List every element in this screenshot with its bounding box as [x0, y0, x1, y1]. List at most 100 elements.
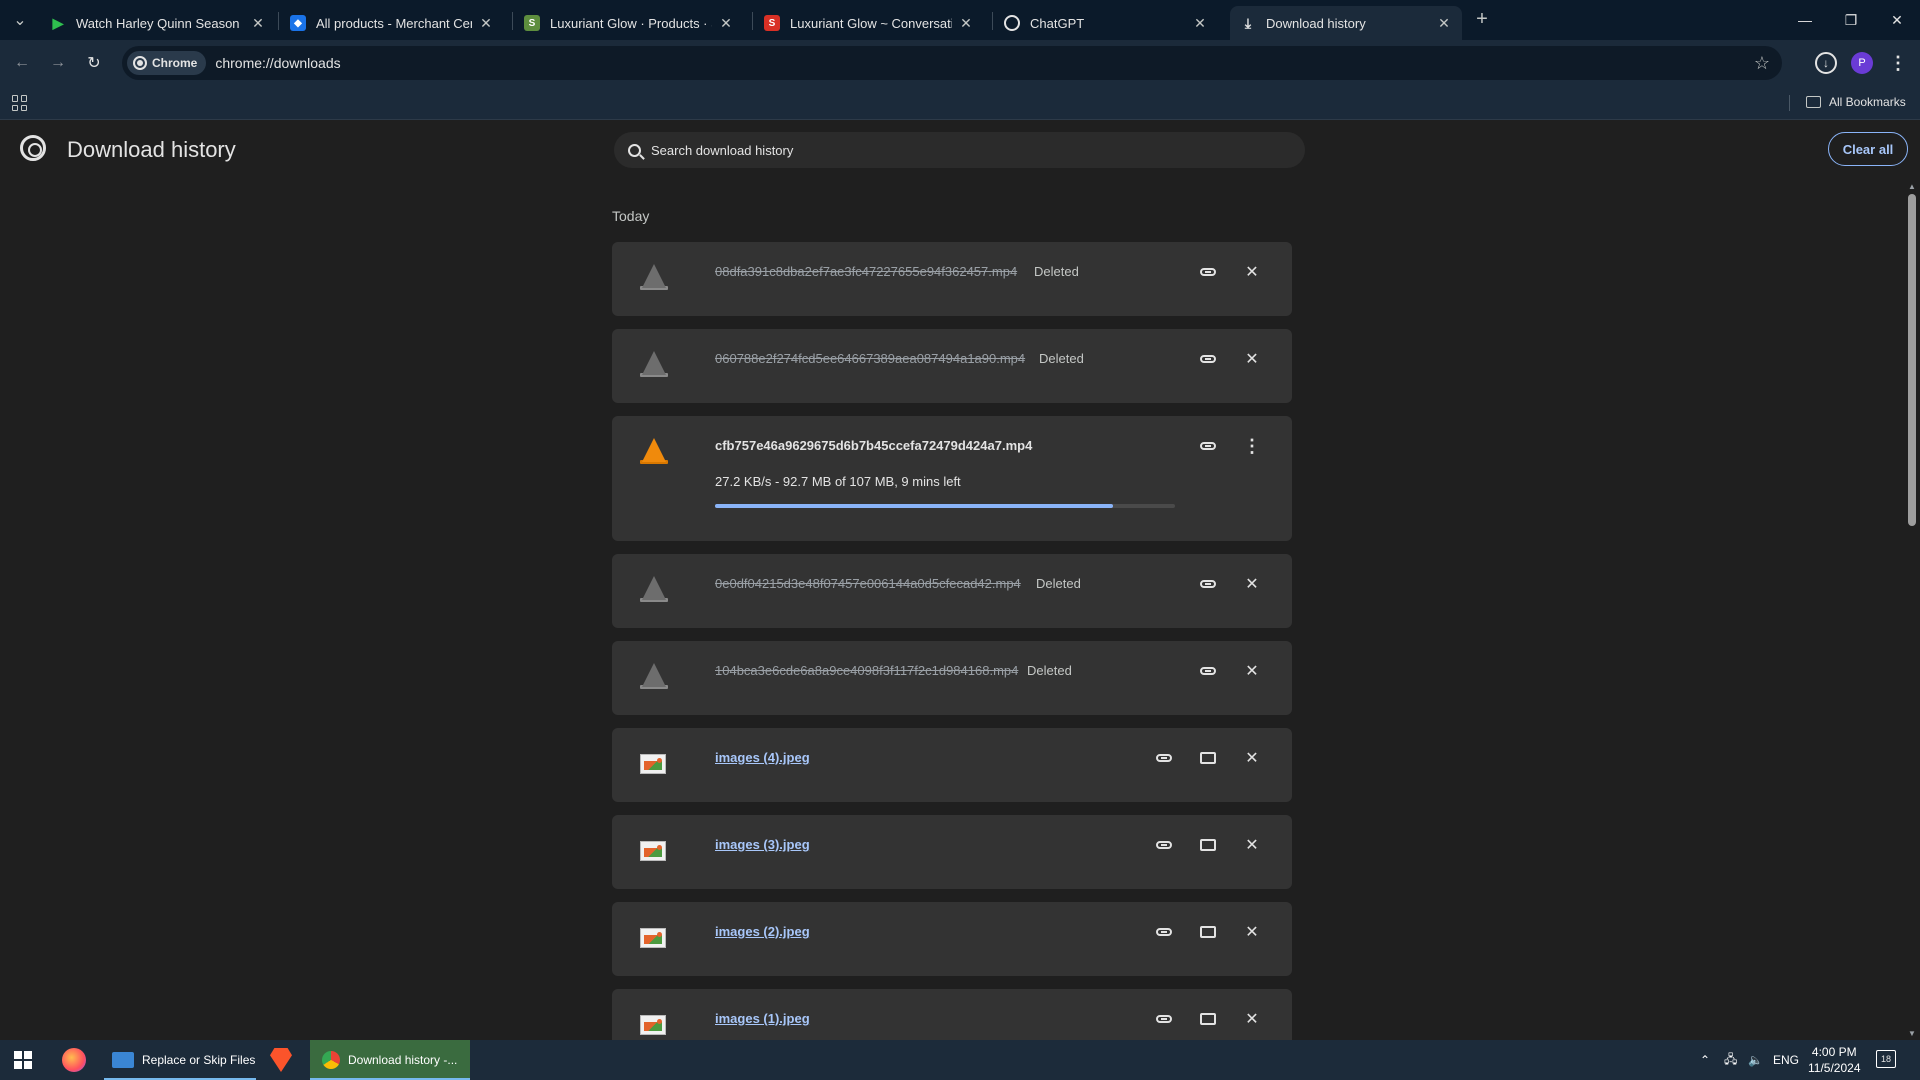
- copy-link-button[interactable]: [1194, 657, 1222, 685]
- tab-chatgpt[interactable]: ChatGPT ✕: [994, 6, 1218, 40]
- language-indicator[interactable]: ENG: [1773, 1040, 1799, 1080]
- link-icon: [1200, 442, 1216, 450]
- progress-bar: [715, 504, 1175, 508]
- copy-link-button[interactable]: [1150, 744, 1178, 772]
- tab-conversation[interactable]: S Luxuriant Glow ~ Conversation ✕: [754, 6, 984, 40]
- chevron-up-icon: ⌃: [1700, 1053, 1711, 1067]
- copy-link-button[interactable]: [1194, 432, 1222, 460]
- kebab-menu-icon: ⋮: [1889, 52, 1907, 73]
- minimize-button[interactable]: —: [1782, 0, 1828, 40]
- menu-button[interactable]: ⋮: [1884, 49, 1912, 77]
- volume-icon[interactable]: 🔈: [1748, 1040, 1763, 1080]
- taskbar-download-history[interactable]: Download history -...: [310, 1040, 470, 1080]
- forward-button[interactable]: →: [46, 51, 70, 75]
- remove-button[interactable]: ✕: [1238, 831, 1266, 859]
- tab-download-history[interactable]: ⤓ Download history ✕: [1230, 6, 1462, 40]
- site-info-chip[interactable]: Chrome: [127, 51, 207, 75]
- clear-all-button[interactable]: Clear all: [1828, 132, 1908, 166]
- show-hidden-icons[interactable]: ⌃: [1700, 1040, 1710, 1080]
- all-bookmarks-button[interactable]: All Bookmarks: [1806, 95, 1906, 109]
- download-item: images (3).jpeg ✕: [612, 815, 1292, 889]
- close-icon[interactable]: ✕: [718, 15, 734, 32]
- close-icon[interactable]: ✕: [250, 15, 266, 32]
- download-item: images (2).jpeg ✕: [612, 902, 1292, 976]
- remove-button[interactable]: ✕: [1238, 918, 1266, 946]
- copy-link-button[interactable]: [1194, 258, 1222, 286]
- taskbar-replace-skip[interactable]: Replace or Skip Files: [104, 1040, 256, 1080]
- restore-button[interactable]: ❐: [1828, 0, 1874, 40]
- network-icon[interactable]: 🖧: [1724, 1040, 1737, 1080]
- search-box[interactable]: [614, 132, 1305, 168]
- windows-logo-icon: [14, 1051, 32, 1069]
- address-bar[interactable]: Chrome chrome://downloads ☆: [122, 46, 1782, 80]
- notifications-button[interactable]: 18: [1876, 1050, 1896, 1068]
- tab-title: Luxuriant Glow · Products · Shop: [550, 15, 712, 31]
- scroll-up-icon[interactable]: ▲: [1908, 182, 1916, 191]
- remove-button[interactable]: ✕: [1238, 1005, 1266, 1033]
- file-name-link[interactable]: images (2).jpeg: [715, 924, 810, 939]
- download-item: 08dfa391c8dba2ef7ae3fc47227655e94f362457…: [612, 242, 1292, 316]
- copy-link-button[interactable]: [1194, 345, 1222, 373]
- bookmark-star-icon[interactable]: ☆: [1752, 53, 1772, 73]
- image-file-icon: [640, 922, 668, 950]
- remove-button[interactable]: ✕: [1238, 657, 1266, 685]
- file-name-link[interactable]: images (4).jpeg: [715, 750, 810, 765]
- remove-button[interactable]: ✕: [1238, 345, 1266, 373]
- remove-button[interactable]: ✕: [1238, 570, 1266, 598]
- scrollbar-thumb[interactable]: [1908, 194, 1916, 526]
- apps-grid-icon[interactable]: [12, 95, 28, 111]
- downloads-button[interactable]: ↓: [1812, 49, 1840, 77]
- download-item: 060788e2f274fcd5ee64667389aea087494a1a90…: [612, 329, 1292, 403]
- close-icon[interactable]: ✕: [958, 15, 974, 32]
- date-section-header: Today: [612, 208, 650, 224]
- file-name-link[interactable]: images (1).jpeg: [715, 1011, 810, 1026]
- remove-button[interactable]: ✕: [1238, 744, 1266, 772]
- start-button[interactable]: [14, 1040, 32, 1080]
- copy-link-button[interactable]: [1150, 918, 1178, 946]
- show-in-folder-button[interactable]: [1194, 1005, 1222, 1033]
- progress-text: 27.2 KB/s - 92.7 MB of 107 MB, 9 mins le…: [715, 474, 961, 489]
- close-icon[interactable]: ✕: [1192, 15, 1208, 32]
- close-window-button[interactable]: ✕: [1874, 0, 1920, 40]
- show-in-folder-button[interactable]: [1194, 918, 1222, 946]
- close-icon: ✕: [1245, 837, 1259, 854]
- remove-button[interactable]: ✕: [1238, 258, 1266, 286]
- folder-icon: [1200, 1013, 1216, 1025]
- search-input[interactable]: [651, 142, 1251, 158]
- status-text: Deleted: [1034, 264, 1079, 279]
- show-in-folder-button[interactable]: [1194, 744, 1222, 772]
- link-icon: [1200, 667, 1216, 675]
- firefox-taskbar-button[interactable]: [62, 1040, 86, 1080]
- close-icon[interactable]: ✕: [478, 15, 494, 32]
- brave-taskbar-button[interactable]: [270, 1040, 292, 1080]
- scroll-down-icon[interactable]: ▼: [1908, 1029, 1916, 1038]
- show-in-folder-button[interactable]: [1194, 831, 1222, 859]
- tab-search-button[interactable]: ⌄: [8, 8, 32, 32]
- image-file-icon: [640, 835, 668, 863]
- copy-link-button[interactable]: [1150, 831, 1178, 859]
- copy-link-button[interactable]: [1150, 1005, 1178, 1033]
- new-tab-button[interactable]: +: [1470, 8, 1494, 32]
- file-name: 08dfa391c8dba2ef7ae3fc47227655e94f362457…: [715, 264, 1018, 279]
- clock-time: 4:00 PM: [1811, 1045, 1857, 1059]
- tab-merchant-center[interactable]: ◆ All products - Merchant Center ✕: [280, 6, 504, 40]
- clock[interactable]: 4:00 PM 11/5/2024: [1808, 1044, 1861, 1076]
- reload-icon: ↻: [87, 55, 101, 72]
- tab-shopify[interactable]: S Luxuriant Glow · Products · Shop ✕: [514, 6, 744, 40]
- more-actions-button[interactable]: ⋮: [1238, 432, 1266, 460]
- url-text[interactable]: chrome://downloads: [215, 55, 340, 71]
- kebab-menu-icon: ⋮: [1243, 435, 1261, 456]
- chrome-icon: [133, 56, 147, 70]
- close-icon[interactable]: ✕: [1436, 15, 1452, 32]
- image-file-icon: [640, 748, 668, 776]
- tab-harley-quinn[interactable]: ▶ Watch Harley Quinn Season 1 E ✕: [40, 6, 276, 40]
- tab-title: Watch Harley Quinn Season 1 E: [76, 15, 244, 31]
- file-name-link[interactable]: images (3).jpeg: [715, 837, 810, 852]
- reload-button[interactable]: ↻: [82, 51, 106, 75]
- brave-icon: [270, 1048, 292, 1072]
- link-icon: [1156, 1015, 1172, 1023]
- profile-button[interactable]: P: [1848, 49, 1876, 77]
- copy-link-button[interactable]: [1194, 570, 1222, 598]
- back-button[interactable]: ←: [10, 51, 34, 75]
- scrollbar[interactable]: ▲ ▼: [1904, 180, 1920, 1040]
